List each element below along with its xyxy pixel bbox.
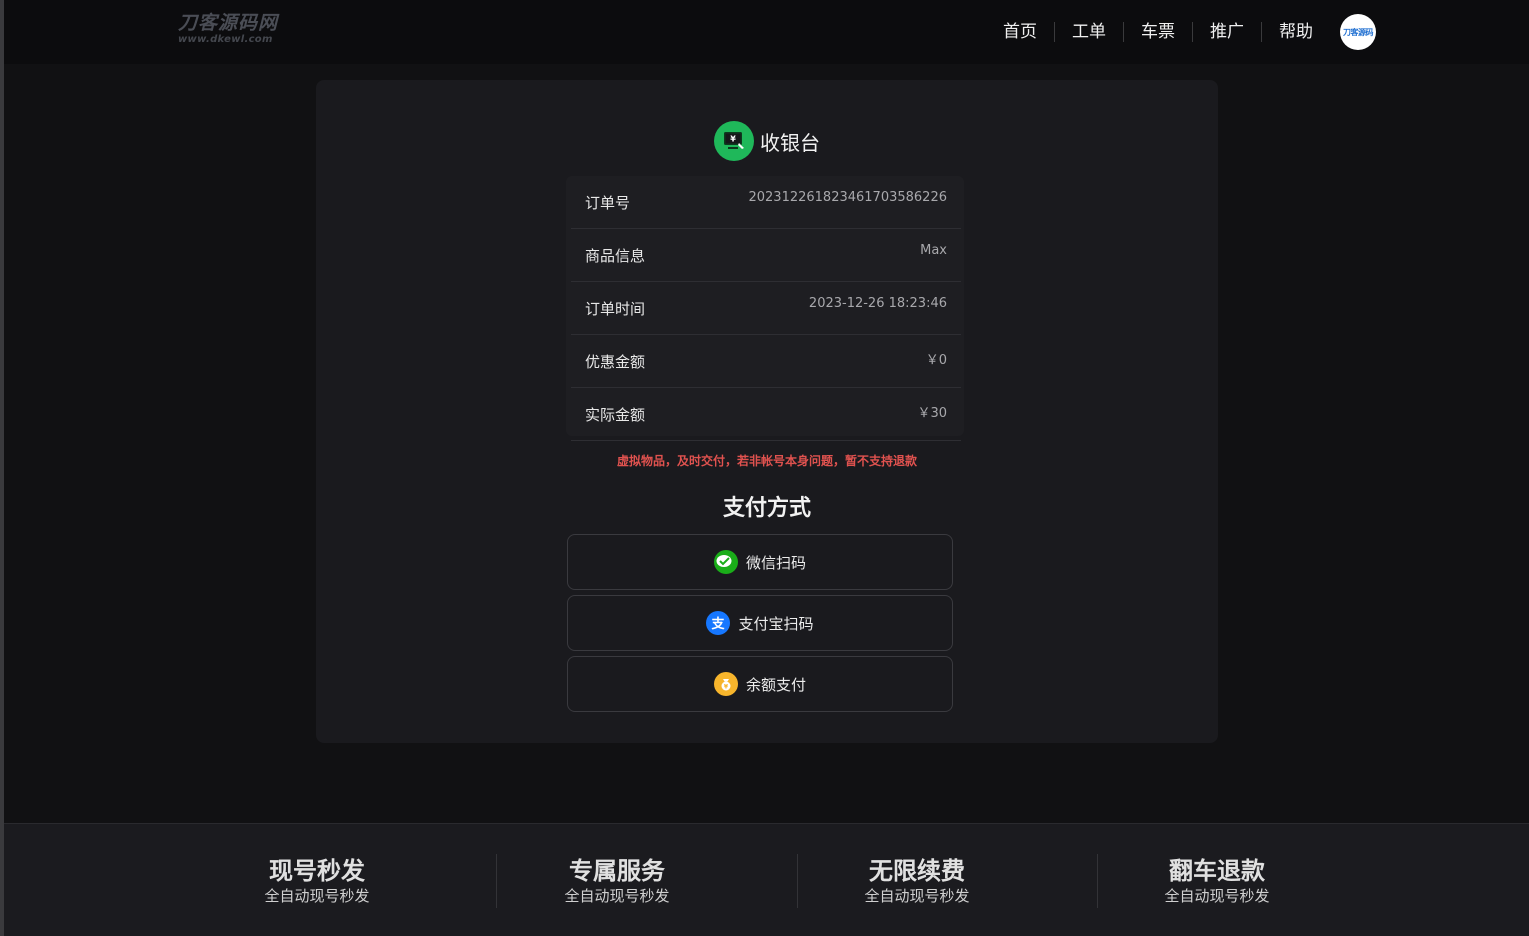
user-avatar[interactable]: 刀客源码 bbox=[1340, 14, 1376, 50]
feature-instant-delivery: 现号秒发 全自动现号秒发 bbox=[167, 856, 467, 906]
order-details: 订单号 20231226182346170358622​6 商品信息 Max 订… bbox=[566, 176, 964, 441]
logo-title: 刀客源码网 bbox=[178, 12, 279, 34]
order-label: 订单时间 bbox=[585, 300, 646, 318]
feature-subtitle: 全自动现号秒发 bbox=[864, 887, 970, 905]
feature-unlimited-renewal: 无限续费 全自动现号秒发 bbox=[767, 856, 1067, 906]
balance-pay-label: 余额支付 bbox=[745, 675, 806, 694]
svg-text:¥: ¥ bbox=[730, 135, 736, 144]
feature-title: 无限续费 bbox=[869, 857, 965, 885]
order-label: 实际金额 bbox=[585, 406, 646, 424]
cashier-title: 收银台 bbox=[760, 130, 820, 155]
order-row-number: 订单号 20231226182346170358622​6 bbox=[571, 176, 961, 229]
alipay-button[interactable]: 支 支付宝扫码 bbox=[567, 595, 953, 651]
feature-subtitle: 全自动现号秒发 bbox=[564, 887, 670, 905]
order-value: Max bbox=[920, 243, 947, 258]
alipay-label: 支付宝扫码 bbox=[738, 614, 814, 633]
feature-dedicated-service: 专属服务 全自动现号秒发 bbox=[467, 856, 767, 906]
wechat-pay-label: 微信扫码 bbox=[745, 553, 806, 572]
site-logo[interactable]: 刀客源码网 www.dkewl.com bbox=[178, 12, 303, 50]
order-value: 2023-12-26 18:23:46 bbox=[808, 296, 947, 311]
cashier-card: ¥ 收银台 订单号 20231226182346170358622​6 商品信息… bbox=[316, 80, 1218, 743]
wechat-icon bbox=[713, 550, 738, 574]
order-row-product: 商品信息 Max bbox=[571, 229, 961, 282]
payment-method-title: 支付方式 bbox=[722, 496, 811, 521]
feature-refund: 翻车退款 全自动现号秒发 bbox=[1067, 856, 1367, 906]
order-row-discount: 优惠金额 ￥0 bbox=[571, 335, 961, 388]
nav-tickets[interactable]: 工单 bbox=[1055, 22, 1123, 42]
order-label: 商品信息 bbox=[585, 247, 646, 265]
order-label: 订单号 bbox=[585, 194, 631, 212]
feature-title: 现号秒发 bbox=[269, 857, 365, 885]
main-nav: 首页 工单 车票 推广 帮助 刀客源码 bbox=[986, 12, 1376, 52]
order-label: 优惠金额 bbox=[585, 353, 646, 371]
page: 刀客源码网 www.dkewl.com 首页 工单 车票 推广 帮助 刀客源码 bbox=[0, 0, 1529, 936]
cashier-heading: ¥ 收银台 bbox=[714, 121, 820, 161]
alipay-icon: 支 bbox=[706, 611, 731, 635]
avatar-label: 刀客源码 bbox=[1343, 27, 1374, 37]
balance-pay-button[interactable]: ¥ 余额支付 bbox=[567, 656, 953, 712]
order-value: ￥30 bbox=[917, 406, 947, 421]
order-row-amount: 实际金额 ￥30 bbox=[571, 388, 961, 441]
features-footer: 现号秒发 全自动现号秒发 专属服务 全自动现号秒发 无限续费 全自动现号秒发 翻… bbox=[4, 823, 1529, 936]
order-row-time: 订单时间 2023-12-26 18:23:46 bbox=[571, 282, 961, 335]
logo-url: www.dkewl.com bbox=[178, 34, 273, 45]
nav-help[interactable]: 帮助 bbox=[1262, 22, 1330, 42]
nav-promotion[interactable]: 推广 bbox=[1193, 22, 1261, 42]
order-value: 20231226182346170358622​6 bbox=[748, 190, 947, 205]
feature-title: 翻车退款 bbox=[1169, 857, 1265, 885]
feature-subtitle: 全自动现号秒发 bbox=[264, 887, 370, 905]
refund-notice: 虚拟物品，及时交付，若非帐号本身问题，暂不支持退款 bbox=[616, 454, 917, 468]
wallet-icon: ¥ bbox=[713, 672, 738, 696]
svg-text:支: 支 bbox=[711, 616, 726, 631]
wechat-pay-button[interactable]: 微信扫码 bbox=[567, 534, 953, 590]
top-navbar: 刀客源码网 www.dkewl.com 首页 工单 车票 推广 帮助 刀客源码 bbox=[4, 0, 1529, 64]
nav-home[interactable]: 首页 bbox=[986, 22, 1054, 42]
cashier-screen-icon: ¥ bbox=[714, 121, 754, 161]
order-value: ￥0 bbox=[925, 353, 947, 368]
window-edge bbox=[0, 0, 4, 936]
nav-car-tickets[interactable]: 车票 bbox=[1124, 22, 1192, 42]
feature-title: 专属服务 bbox=[569, 857, 665, 885]
feature-subtitle: 全自动现号秒发 bbox=[1164, 887, 1270, 905]
